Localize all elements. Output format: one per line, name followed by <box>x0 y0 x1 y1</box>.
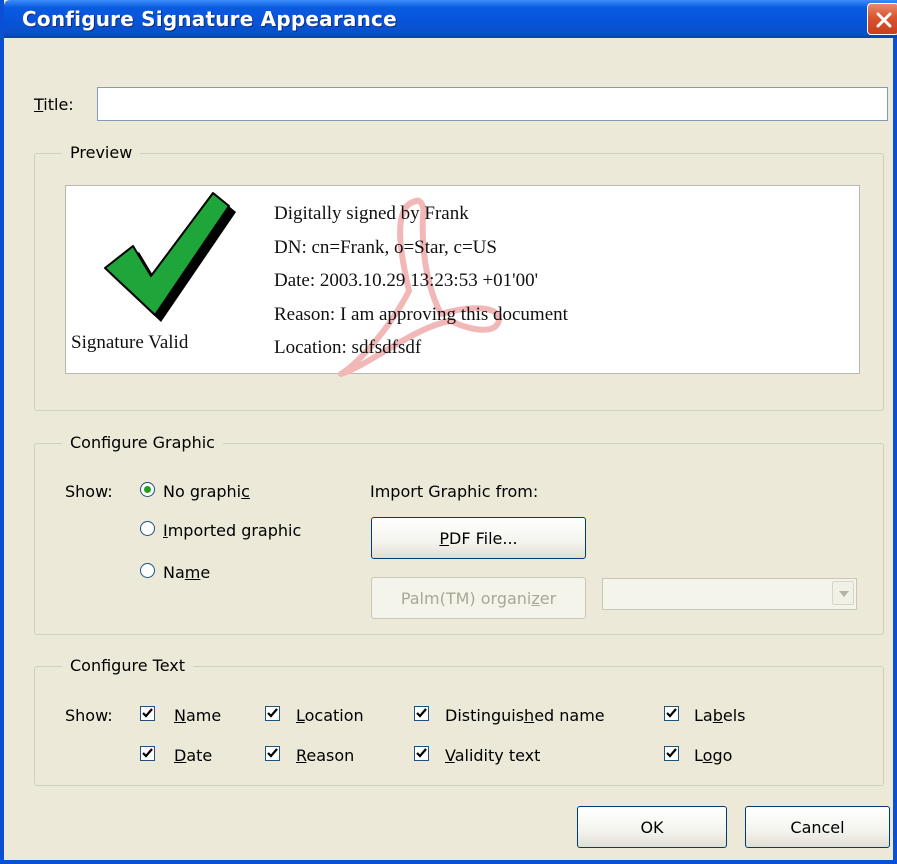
preview-line: Date: 2003.10.29 13:23:53 +01'00' <box>274 270 539 291</box>
title-input[interactable] <box>97 87 888 121</box>
name-checkbox[interactable] <box>140 706 155 721</box>
signature-text-block: Digitally signed by Frank DN: cn=Frank, … <box>274 197 568 365</box>
preview-line: DN: cn=Frank, o=Star, c=US <box>274 236 497 258</box>
checkmark-icon <box>666 748 677 758</box>
validity-text-checkbox-label[interactable]: Validity text <box>445 746 540 765</box>
graphic-show-label: Show: <box>65 482 113 501</box>
checkmark-icon <box>666 708 677 718</box>
checkmark-icon <box>142 708 153 718</box>
configure-text-group <box>34 666 884 786</box>
date-checkbox[interactable] <box>140 746 155 761</box>
text-show-label: Show: <box>65 706 113 725</box>
logo-checkbox[interactable] <box>664 746 679 761</box>
imported-graphic-radio[interactable] <box>140 521 155 536</box>
labels-checkbox[interactable] <box>664 706 679 721</box>
location-checkbox-label[interactable]: Location <box>296 706 364 725</box>
import-graphic-label: Import Graphic from: <box>370 482 539 501</box>
title-bar[interactable]: Configure Signature Appearance <box>4 0 897 38</box>
preview-legend: Preview <box>62 143 141 162</box>
checkmark-icon <box>416 748 427 758</box>
dropdown-arrow[interactable] <box>832 581 854 605</box>
window-title: Configure Signature Appearance <box>22 7 397 31</box>
name-checkbox-label[interactable]: Name <box>174 706 221 725</box>
imported-graphic-label[interactable]: Imported graphic <box>163 521 301 540</box>
palm-organizer-select[interactable] <box>602 578 857 610</box>
reason-checkbox[interactable] <box>265 746 280 761</box>
no-graphic-radio[interactable] <box>140 482 155 497</box>
name-graphic-label[interactable]: Name <box>163 563 210 582</box>
labels-checkbox-label[interactable]: Labels <box>694 706 746 725</box>
location-checkbox[interactable] <box>265 706 280 721</box>
date-checkbox-label[interactable]: Date <box>174 746 212 765</box>
signature-preview-panel: Signature Valid Digitally signed by Fran… <box>65 185 860 377</box>
preview-line: Digitally signed by Frank <box>274 203 469 224</box>
checkmark-icon <box>416 708 427 718</box>
preview-line: Location: sdfsdfsdf <box>274 337 422 358</box>
close-icon <box>876 12 892 28</box>
configure-text-legend: Configure Text <box>62 656 193 675</box>
signature-valid-check-icon <box>104 192 236 322</box>
checkmark-icon <box>267 708 278 718</box>
preview-line: Reason: I am approving this document <box>274 303 568 325</box>
dialog-window: Configure Signature Appearance Title: Pr… <box>0 0 897 864</box>
logo-checkbox-label[interactable]: Logo <box>694 746 732 765</box>
close-button[interactable] <box>867 3 897 35</box>
title-label: Title: <box>34 95 74 114</box>
cancel-button[interactable]: Cancel <box>745 806 890 848</box>
palm-organizer-button[interactable]: Palm(TM) organizer <box>371 577 586 619</box>
validity-text-checkbox[interactable] <box>414 746 429 761</box>
name-graphic-radio[interactable] <box>140 563 155 578</box>
no-graphic-label[interactable]: No graphic <box>163 482 250 501</box>
configure-graphic-legend: Configure Graphic <box>62 433 223 452</box>
checkmark-icon <box>267 748 278 758</box>
reason-checkbox-label[interactable]: Reason <box>296 746 354 765</box>
ok-button[interactable]: OK <box>577 806 727 848</box>
chevron-down-icon <box>839 591 849 597</box>
pdf-file-button[interactable]: PDF File... <box>371 517 586 559</box>
checkmark-icon <box>142 748 153 758</box>
signature-valid-caption: Signature Valid <box>71 332 189 353</box>
distinguished-name-checkbox[interactable] <box>414 706 429 721</box>
distinguished-name-checkbox-label[interactable]: Distinguished name <box>445 706 605 725</box>
